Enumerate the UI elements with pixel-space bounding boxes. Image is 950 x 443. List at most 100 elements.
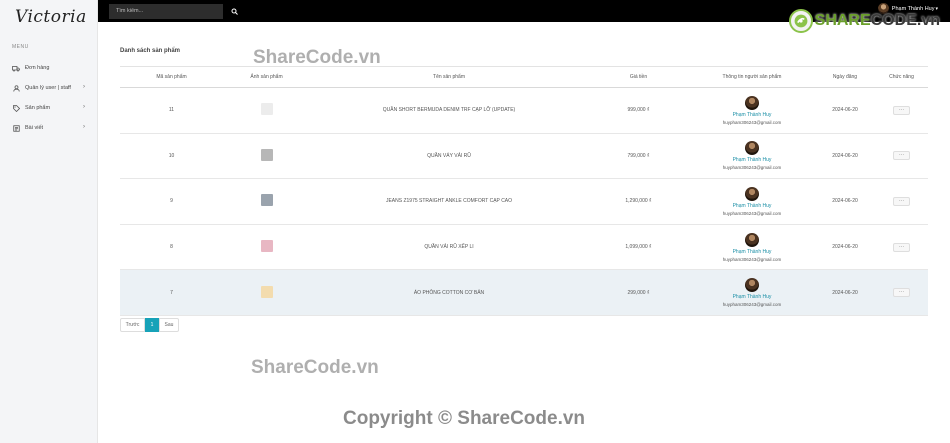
table-body: 11 QUẦN SHORT BERMUDA DENIM TRF CẠP LỠ (U…	[120, 87, 928, 316]
owner-email: huypham306243@gmail.com	[722, 119, 782, 125]
sidebar-item-label: Đơn hàng	[25, 65, 50, 71]
product-name: ÁO PHÔNG COTTON CƠ BẢN	[310, 269, 588, 316]
chevron-right-icon: ›	[83, 104, 85, 110]
pagination: Trước 1 Sau	[120, 317, 930, 332]
product-thumbnail[interactable]	[260, 285, 273, 298]
avatar	[745, 141, 759, 156]
avatar	[745, 95, 759, 110]
pagination-prev-button[interactable]: Trước	[120, 317, 145, 332]
column-header-price: Giá tiền	[588, 66, 689, 88]
product-id: 7	[120, 269, 223, 316]
product-image-cell	[223, 178, 310, 225]
search-input[interactable]	[109, 3, 223, 19]
watermark-text: ShareCode.vn	[251, 357, 379, 378]
action-menu-button[interactable]: ···	[893, 105, 910, 115]
chevron-right-icon: ›	[83, 84, 85, 90]
product-owner: Phạm Thành Huy huypham306243@gmail.com	[689, 133, 815, 180]
product-image-cell	[223, 87, 310, 134]
product-name: QUẦN VÁY VẢI RŨ	[310, 133, 588, 180]
table-row: 7 ÁO PHÔNG COTTON CƠ BẢN 299,000 ₫ Phạm Thà…	[120, 269, 928, 316]
product-thumbnail[interactable]	[260, 240, 273, 253]
product-actions: ···	[875, 269, 928, 316]
sidebar-item-posts[interactable]: Bài viết ›	[0, 118, 97, 138]
watermark-logo: SHARE CODE.vn	[788, 9, 940, 33]
brand-logo[interactable]: Victoria	[0, 0, 97, 34]
product-id: 10	[120, 133, 223, 180]
column-header-date: Ngày đăng	[815, 66, 875, 88]
product-price: 799,000 ₫	[588, 133, 689, 180]
owner-name[interactable]: Phạm Thành Huy	[689, 294, 815, 300]
avatar	[745, 186, 759, 201]
app-root: Victoria MENU Đơn hàng Quản lý user | st…	[0, 0, 950, 443]
owner-name[interactable]: Phạm Thành Huy	[689, 249, 815, 255]
product-image-cell	[223, 224, 310, 271]
product-name: QUẦN VẢI RŨ XẾP LI	[310, 224, 588, 271]
search-icon[interactable]	[228, 5, 240, 17]
action-menu-button[interactable]: ···	[893, 196, 910, 206]
product-id: 8	[120, 224, 223, 271]
table-header-row: Mã sản phẩm Ảnh sản phẩm Tên sản phẩm Gi…	[120, 66, 928, 88]
action-menu-button[interactable]: ···	[893, 151, 910, 161]
sharecode-logo-icon	[788, 9, 813, 33]
owner-email: huypham306243@gmail.com	[722, 165, 782, 171]
avatar	[745, 278, 759, 293]
watermark-logo-share: SHARE	[814, 12, 871, 29]
product-price: 1,290,000 ₫	[588, 178, 689, 225]
products-table: Mã sản phẩm Ảnh sản phẩm Tên sản phẩm Gi…	[120, 66, 928, 316]
avatar	[745, 232, 759, 247]
product-date: 2024-06-20	[815, 224, 875, 271]
product-actions: ···	[875, 87, 928, 134]
sidebar-item-products[interactable]: Sản phẩm ›	[0, 98, 97, 118]
chevron-right-icon: ›	[83, 124, 85, 130]
product-owner: Phạm Thành Huy huypham306243@gmail.com	[689, 87, 815, 134]
product-price: 1,099,000 ₫	[588, 224, 689, 271]
product-price: 299,000 ₫	[588, 269, 689, 316]
watermark-copyright: Copyright © ShareCode.vn	[343, 408, 586, 429]
sidebar-menu: Đơn hàng Quản lý user | staff › Sản phẩm…	[0, 58, 97, 138]
column-header-name: Tên sản phẩm	[310, 66, 588, 88]
pagination-next-button[interactable]: Sau	[159, 317, 179, 332]
user-icon	[12, 84, 20, 92]
sidebar-item-label: Sản phẩm	[25, 105, 51, 111]
owner-name[interactable]: Phạm Thành Huy	[689, 203, 815, 209]
action-menu-button[interactable]: ···	[893, 288, 910, 298]
column-header-id: Mã sản phẩm	[120, 66, 223, 88]
column-header-owner: Thông tin người sản phẩm	[689, 66, 815, 88]
owner-email: huypham306243@gmail.com	[722, 210, 782, 216]
sidebar-item-label: Quản lý user | staff	[25, 85, 71, 91]
product-actions: ···	[875, 224, 928, 271]
table-row: 11 QUẦN SHORT BERMUDA DENIM TRF CẠP LỠ (U…	[120, 87, 928, 134]
sidebar-item-label: Bài viết	[25, 125, 44, 131]
product-date: 2024-06-20	[815, 133, 875, 180]
sidebar-item-orders[interactable]: Đơn hàng	[0, 58, 97, 78]
owner-name[interactable]: Phạm Thành Huy	[689, 157, 815, 163]
product-name: QUẦN SHORT BERMUDA DENIM TRF CẠP LỠ (UPD…	[310, 87, 588, 134]
product-image-cell	[223, 133, 310, 180]
product-owner: Phạm Thành Huy huypham306243@gmail.com	[689, 269, 815, 316]
tag-icon	[12, 104, 20, 112]
product-thumbnail[interactable]	[260, 148, 273, 161]
page-title: Danh sách sản phẩm	[120, 48, 181, 54]
product-id: 9	[120, 178, 223, 225]
column-header-image: Ảnh sản phẩm	[223, 66, 310, 88]
product-thumbnail[interactable]	[260, 103, 273, 116]
product-thumbnail[interactable]	[260, 194, 273, 207]
table-row: 9 JEANS Z1975 STRAIGHT ANKLE COMFORT CẠP …	[120, 178, 928, 225]
action-menu-button[interactable]: ···	[893, 242, 910, 252]
product-actions: ···	[875, 178, 928, 225]
menu-title: MENU	[12, 44, 29, 50]
owner-name[interactable]: Phạm Thành Huy	[689, 112, 815, 118]
product-date: 2024-06-20	[815, 269, 875, 316]
owner-email: huypham306243@gmail.com	[722, 256, 782, 262]
product-owner: Phạm Thành Huy huypham306243@gmail.com	[689, 178, 815, 225]
product-date: 2024-06-20	[815, 178, 875, 225]
product-owner: Phạm Thành Huy huypham306243@gmail.com	[689, 224, 815, 271]
product-image-cell	[223, 269, 310, 316]
sidebar-item-users[interactable]: Quản lý user | staff ›	[0, 78, 97, 98]
pagination-page-button[interactable]: 1	[145, 317, 159, 332]
truck-icon	[12, 64, 20, 72]
product-date: 2024-06-20	[815, 87, 875, 134]
watermark-logo-code: CODE.vn	[870, 12, 940, 29]
sidebar: Victoria MENU Đơn hàng Quản lý user | st…	[0, 0, 98, 443]
product-name: JEANS Z1975 STRAIGHT ANKLE COMFORT CẠP C…	[310, 178, 588, 225]
